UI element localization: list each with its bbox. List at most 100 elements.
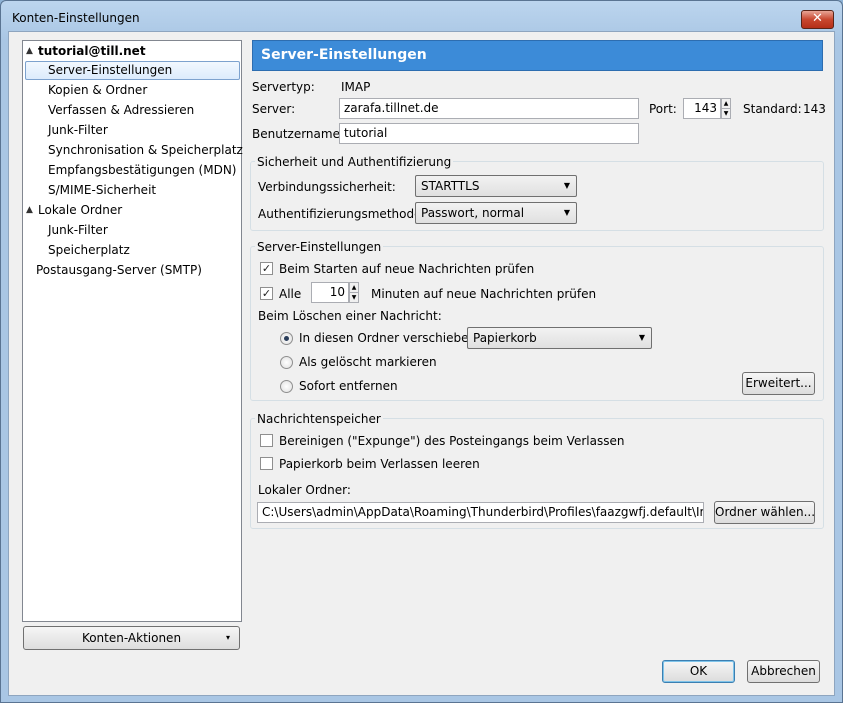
tree-item-local-junk-filter[interactable]: Junk-Filter — [48, 221, 108, 240]
username-input-value: tutorial — [344, 126, 388, 140]
dropdown-arrow-icon: ▼ — [638, 333, 645, 342]
local-folder-value: C:\Users\admin\AppData\Roaming\Thunderbi… — [262, 505, 704, 519]
account-actions-label: Konten-Aktionen — [81, 631, 182, 645]
tree-item-label: Server-Einstellungen — [48, 63, 173, 77]
expunge-label: Bereinigen ("Expunge") des Posteingangs … — [279, 434, 625, 448]
remove-immediately-label: Sofort entfernen — [299, 379, 398, 393]
tree-item-label: Postausgang-Server (SMTP) — [36, 263, 202, 277]
local-folder-input[interactable]: C:\Users\admin\AppData\Roaming\Thunderbi… — [257, 502, 704, 523]
server-input[interactable]: zarafa.tillnet.de — [339, 98, 639, 119]
tree-item-composition[interactable]: Verfassen & Adressieren — [48, 101, 194, 120]
mark-deleted-label: Als gelöscht markieren — [299, 355, 437, 369]
server-label: Server: — [252, 102, 296, 116]
username-label: Benutzername: — [252, 127, 345, 141]
trash-folder-dropdown[interactable]: Papierkorb ▼ — [467, 327, 652, 349]
tree-item-label: Speicherplatz — [48, 243, 130, 257]
check-interval-suffix: Minuten auf neue Nachrichten prüfen — [371, 287, 597, 301]
tree-item-label: Lokale Ordner — [38, 203, 123, 217]
tree-item-label: Verfassen & Adressieren — [48, 103, 195, 117]
tree-item-label: Kopien & Ordner — [48, 83, 148, 97]
auth-method-dropdown[interactable]: Passwort, normal ▼ — [415, 202, 577, 224]
trash-folder-value: Papierkorb — [473, 331, 537, 345]
check-every-label: Alle — [279, 287, 302, 301]
server-input-value: zarafa.tillnet.de — [344, 101, 439, 115]
empty-trash-checkbox[interactable] — [260, 457, 273, 470]
security-group-legend: Sicherheit und Authentifizierung — [255, 155, 454, 169]
tree-item-label: S/MIME-Sicherheit — [48, 183, 157, 197]
tree-item-local-folders[interactable]: ▲ Lokale Ordner — [26, 201, 122, 220]
port-spin-down[interactable]: ▼ — [721, 108, 731, 119]
storage-group-legend: Nachrichtenspeicher — [255, 412, 383, 426]
cancel-button[interactable]: Abbrechen — [747, 660, 820, 683]
check-on-start-checkbox[interactable]: ✓ — [260, 262, 273, 275]
ok-button-label: OK — [689, 664, 708, 678]
dropdown-arrow-icon: ▼ — [563, 181, 570, 190]
auth-method-value: Passwort, normal — [421, 206, 525, 220]
advanced-button-label: Erweitert... — [745, 376, 812, 390]
expanded-triangle-icon[interactable]: ▲ — [26, 42, 33, 61]
account-actions-button[interactable]: Konten-Aktionen ▾ — [23, 626, 240, 650]
check-interval-value: 10 — [329, 285, 345, 299]
server-settings-legend: Server-Einstellungen — [255, 240, 384, 254]
spin-down-icon: ▼ — [723, 110, 729, 117]
port-input-value: 143 — [694, 101, 717, 115]
page-title: Server-Einstellungen — [252, 40, 823, 71]
choose-folder-label: Ordner wählen... — [715, 505, 816, 519]
check-every-checkbox[interactable]: ✓ — [260, 287, 273, 300]
tree-item-label: Junk-Filter — [48, 123, 108, 137]
expanded-triangle-icon[interactable]: ▲ — [26, 201, 33, 220]
tree-item-local-storage[interactable]: Speicherplatz — [48, 241, 130, 260]
window-title: Konten-Einstellungen — [12, 11, 140, 25]
tree-item-label: tutorial@till.net — [38, 44, 146, 58]
tree-item-mdn[interactable]: Empfangsbestätigungen (MDN) — [48, 161, 236, 180]
check-interval-input[interactable]: 10 — [311, 282, 349, 303]
check-on-start-label: Beim Starten auf neue Nachrichten prüfen — [279, 262, 535, 276]
dropdown-arrow-icon: ▼ — [563, 208, 570, 217]
remove-immediately-radio[interactable] — [280, 380, 293, 393]
standard-label: Standard: — [743, 102, 802, 116]
tree-item-smtp[interactable]: Postausgang-Server (SMTP) — [36, 261, 202, 280]
chevron-down-icon: ▾ — [225, 633, 230, 642]
mark-deleted-radio[interactable] — [280, 356, 293, 369]
check-mark-icon: ✓ — [261, 287, 272, 300]
standard-value: 143 — [803, 102, 826, 116]
move-to-folder-radio[interactable] — [280, 332, 293, 345]
tree-item-label: Synchronisation & Speicherplatz — [48, 143, 243, 157]
tree-item-sync-storage[interactable]: Synchronisation & Speicherplatz — [48, 141, 243, 160]
spin-up-icon: ▲ — [723, 100, 729, 107]
ok-button[interactable]: OK — [662, 660, 735, 683]
local-folder-label: Lokaler Ordner: — [258, 483, 351, 497]
tree-item-junk-filter[interactable]: Junk-Filter — [48, 121, 108, 140]
tree-item-smime[interactable]: S/MIME-Sicherheit — [48, 181, 156, 200]
tree-item-label: Junk-Filter — [48, 223, 108, 237]
interval-spin-down[interactable]: ▼ — [349, 292, 359, 303]
cancel-button-label: Abbrechen — [751, 664, 816, 678]
connection-security-value: STARTTLS — [421, 179, 480, 193]
close-icon: ✕ — [812, 11, 823, 26]
tree-item-label: Empfangsbestätigungen (MDN) — [48, 163, 237, 177]
check-mark-icon: ✓ — [261, 262, 272, 275]
tree-item-server-settings[interactable]: Server-Einstellungen — [25, 61, 240, 80]
empty-trash-label: Papierkorb beim Verlassen leeren — [279, 457, 480, 471]
server-type-label: Servertyp: — [252, 80, 315, 94]
move-to-folder-label: In diesen Ordner verschieben: — [299, 331, 481, 345]
connection-security-dropdown[interactable]: STARTTLS ▼ — [415, 175, 577, 197]
choose-folder-button[interactable]: Ordner wählen... — [714, 501, 815, 524]
on-delete-label: Beim Löschen einer Nachricht: — [258, 309, 442, 323]
connection-security-label: Verbindungssicherheit: — [258, 180, 396, 194]
dialog-window: Konten-Einstellungen ✕ ▲ tutorial@till.n… — [0, 0, 843, 703]
username-input[interactable]: tutorial — [339, 123, 639, 144]
close-button[interactable]: ✕ — [801, 10, 834, 29]
spin-up-icon: ▲ — [351, 284, 357, 291]
server-type-value: IMAP — [341, 80, 371, 94]
port-input[interactable]: 143 — [683, 98, 721, 119]
expunge-checkbox[interactable] — [260, 434, 273, 447]
dialog-client-area: ▲ tutorial@till.net Server-Einstellungen… — [8, 31, 835, 696]
advanced-button[interactable]: Erweitert... — [742, 372, 815, 395]
auth-method-label: Authentifizierungsmethode: — [258, 207, 426, 221]
port-label: Port: — [649, 102, 677, 116]
spin-down-icon: ▼ — [351, 294, 357, 301]
tree-item-account[interactable]: ▲ tutorial@till.net — [26, 42, 146, 61]
account-tree[interactable]: ▲ tutorial@till.net Server-Einstellungen… — [22, 40, 243, 622]
tree-item-copies-folders[interactable]: Kopien & Ordner — [48, 81, 147, 100]
